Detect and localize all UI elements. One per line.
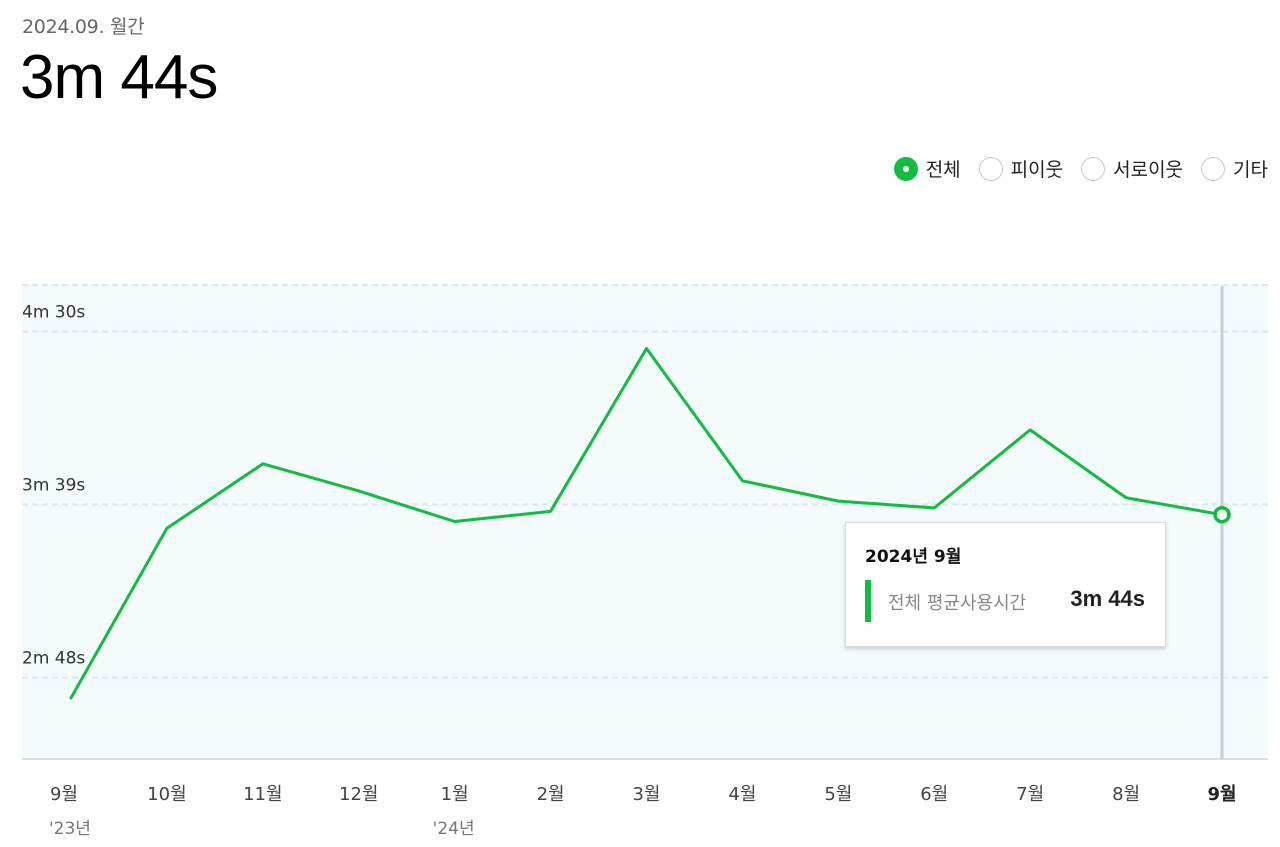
x-tick-label: 1월 [441, 784, 469, 805]
x-year-label: '23년 [49, 819, 91, 839]
x-tick-label: 11월 [243, 784, 282, 805]
x-year-label: '24년 [433, 819, 475, 839]
tooltip-series-value: 3m 44s [1070, 586, 1145, 611]
x-tick-label: 2월 [537, 784, 565, 805]
chart-tooltip: 2024년 9월 전체 평균사용시간 3m 44s [845, 522, 1166, 647]
x-tick-label: 4월 [728, 784, 756, 805]
x-tick-label: 9월 [1207, 784, 1236, 805]
highlight-point[interactable] [1213, 505, 1231, 524]
y-tick-label: 3m 39s [22, 476, 85, 496]
usage-time-line-chart[interactable]: 2m 48s 3m 39s 4m 30s 9월 '23년 10월 11월 12월 1월 '24년 2… [0, 0, 1280, 847]
x-tick-label: 12월 [339, 784, 378, 805]
x-tick-label: 3월 [632, 784, 660, 805]
tooltip-series-label: 전체 평균사용시간 [888, 593, 1027, 614]
x-tick-label: 6월 [920, 784, 948, 805]
x-tick-label: 8월 [1112, 784, 1140, 805]
tooltip-title: 2024년 9월 [865, 547, 962, 567]
y-tick-label: 2m 48s [22, 649, 85, 669]
y-tick-label: 4m 30s [22, 303, 85, 323]
x-tick-label: 7월 [1016, 784, 1044, 805]
x-tick-label: 9월 [50, 784, 78, 805]
tooltip-series-swatch [865, 580, 871, 622]
x-tick-label: 10월 [147, 784, 186, 805]
x-tick-label: 5월 [824, 784, 852, 805]
